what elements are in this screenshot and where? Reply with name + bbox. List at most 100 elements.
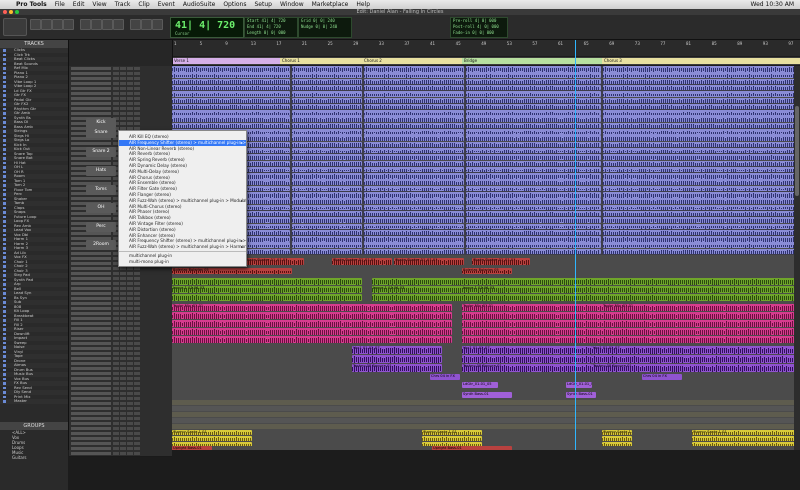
audio-clip[interactable] — [603, 129, 798, 135]
track-list-item[interactable]: Master — [0, 399, 68, 404]
track-name-field[interactable] — [71, 232, 111, 235]
track-control-button[interactable] — [113, 277, 119, 280]
track-name-field[interactable] — [71, 297, 111, 300]
track-lane[interactable] — [172, 98, 800, 104]
track-control-button[interactable] — [127, 347, 133, 350]
track-name-field[interactable] — [71, 272, 111, 275]
audio-clip[interactable] — [292, 98, 362, 104]
audio-clip[interactable] — [292, 116, 362, 122]
track-control-button[interactable] — [113, 87, 119, 90]
audio-clip[interactable] — [364, 142, 464, 148]
track-control-button[interactable] — [127, 442, 133, 445]
track-control-button[interactable] — [127, 412, 133, 415]
track-control-button[interactable] — [134, 422, 140, 425]
marker-chorus-2[interactable]: Chorus 2 — [362, 58, 462, 64]
track-control-button[interactable] — [120, 397, 126, 400]
track-control-button[interactable] — [120, 362, 126, 365]
track-control-button[interactable] — [120, 417, 126, 420]
menu-window[interactable]: Window — [276, 1, 308, 8]
track-control-button[interactable] — [113, 357, 119, 360]
track-control-button[interactable] — [127, 342, 133, 345]
track-control-button[interactable] — [120, 102, 126, 105]
minimize-window-button[interactable] — [9, 10, 13, 14]
track-control-button[interactable] — [113, 417, 119, 420]
track-name-field[interactable] — [71, 437, 111, 440]
audio-clip[interactable] — [603, 110, 798, 116]
track-lane[interactable] — [172, 116, 800, 122]
track-control-button[interactable] — [120, 427, 126, 430]
track-name-field[interactable] — [71, 287, 111, 290]
track-control-button[interactable] — [113, 377, 119, 380]
track-control-button[interactable] — [120, 322, 126, 325]
track-control-button[interactable] — [120, 77, 126, 80]
markers-ruler[interactable]: Markers Verse 1Chorus 1Chorus 2BridgeCho… — [172, 57, 800, 65]
track-control-button[interactable] — [134, 362, 140, 365]
track-control-button[interactable] — [134, 407, 140, 410]
track-control-button[interactable] — [134, 312, 140, 315]
timeline-ruler[interactable]: Bars|Beats Tempo 15913172125293337414549… — [172, 40, 800, 56]
track-control-button[interactable] — [134, 377, 140, 380]
track-name-field[interactable] — [71, 422, 111, 425]
track-control-button[interactable] — [113, 307, 119, 310]
track-control-button[interactable] — [127, 267, 133, 270]
group-list-item[interactable]: Guitars — [0, 455, 68, 460]
track-name-field[interactable] — [71, 342, 111, 345]
track-control-button[interactable] — [113, 382, 119, 385]
audio-clip[interactable] — [466, 123, 601, 129]
track-control-button[interactable] — [127, 437, 133, 440]
track-control-button[interactable] — [127, 297, 133, 300]
track-control-button[interactable] — [113, 82, 119, 85]
track-control-button[interactable] — [120, 372, 126, 375]
track-name-field[interactable] — [71, 367, 111, 370]
tool-button[interactable] — [52, 19, 63, 30]
audio-clip[interactable] — [603, 72, 798, 78]
track-control-button[interactable] — [113, 372, 119, 375]
track-control-button[interactable] — [134, 277, 140, 280]
track-control-button[interactable] — [134, 297, 140, 300]
track-control-button[interactable] — [120, 87, 126, 90]
audio-clip[interactable] — [466, 72, 601, 78]
track-control-button[interactable] — [113, 332, 119, 335]
track-name-field[interactable] — [71, 257, 111, 260]
track-control-button[interactable] — [127, 282, 133, 285]
track-control-button[interactable] — [113, 272, 119, 275]
audio-clip[interactable] — [292, 110, 362, 116]
track-control-button[interactable] — [113, 427, 119, 430]
audio-clip[interactable] — [603, 66, 798, 72]
track-name-field[interactable] — [71, 112, 111, 115]
audio-clip[interactable] — [364, 129, 464, 135]
audio-clip[interactable] — [466, 116, 601, 122]
track-header[interactable] — [69, 451, 172, 457]
track-control-button[interactable] — [113, 392, 119, 395]
track-name-field[interactable] — [71, 387, 111, 390]
track-control-button[interactable] — [113, 432, 119, 435]
track-lane[interactable] — [172, 142, 800, 148]
track-control-button[interactable] — [127, 382, 133, 385]
track-control-button[interactable] — [120, 82, 126, 85]
audio-clip[interactable] — [292, 142, 362, 148]
track-control-button[interactable] — [113, 77, 119, 80]
track-control-button[interactable] — [120, 432, 126, 435]
tool-button[interactable] — [41, 19, 52, 30]
track-control-button[interactable] — [127, 117, 133, 120]
track-control-button[interactable] — [120, 352, 126, 355]
track-control-button[interactable] — [113, 362, 119, 365]
track-name-field[interactable] — [71, 217, 111, 220]
audio-clip[interactable] — [292, 79, 362, 85]
audio-clip[interactable] — [292, 129, 362, 135]
track-control-button[interactable] — [120, 287, 126, 290]
track-name-field[interactable] — [71, 347, 111, 350]
audio-clip[interactable] — [466, 104, 601, 110]
menu-app[interactable]: Pro Tools — [12, 1, 51, 8]
track-control-button[interactable] — [120, 72, 126, 75]
track-name-field[interactable] — [71, 427, 111, 430]
track-name-field[interactable] — [71, 332, 111, 335]
marker-bridge[interactable]: Bridge — [462, 58, 602, 64]
track-control-button[interactable] — [127, 402, 133, 405]
track-name-field[interactable] — [71, 362, 111, 365]
track-control-button[interactable] — [113, 452, 119, 455]
track-control-button[interactable] — [127, 92, 133, 95]
track-name-field[interactable] — [71, 357, 111, 360]
track-control-button[interactable] — [113, 112, 119, 115]
track-control-button[interactable] — [120, 392, 126, 395]
